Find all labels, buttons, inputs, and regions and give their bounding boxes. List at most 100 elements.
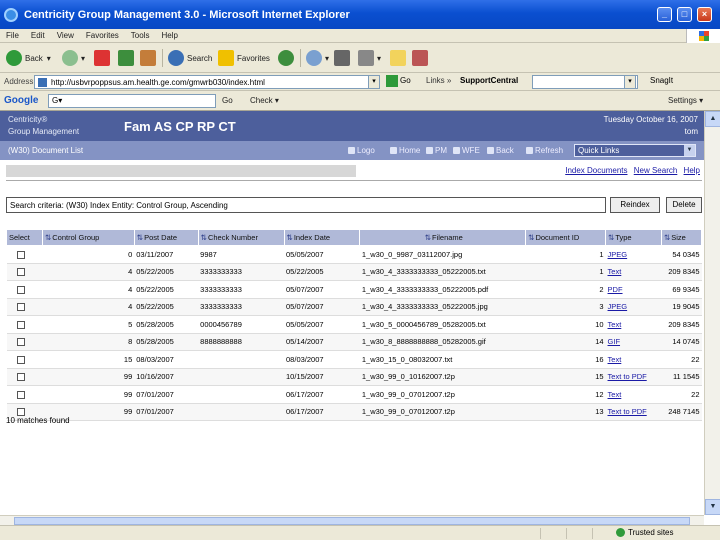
quick-links-select[interactable]: Quick Links ▼ (574, 144, 696, 157)
minimize-button[interactable]: _ (657, 7, 672, 22)
select-checkbox[interactable] (16, 250, 25, 259)
messenger-button[interactable] (390, 49, 409, 67)
google-go-button[interactable]: Go (222, 96, 233, 105)
select-checkbox[interactable] (16, 338, 25, 347)
select-checkbox[interactable] (16, 355, 25, 364)
select-checkbox[interactable] (16, 320, 25, 329)
favorites-button[interactable]: Favorites (218, 49, 270, 67)
select-checkbox[interactable] (16, 373, 25, 382)
support-search-combo[interactable] (532, 75, 638, 89)
go-arrow-icon (386, 75, 398, 87)
app-header: Centricity® Group Management Fam AS CP R… (0, 111, 704, 141)
books-icon (412, 50, 428, 66)
scroll-down-icon[interactable]: ▼ (705, 499, 720, 515)
nav-wfe[interactable]: WFE (453, 146, 480, 155)
nav-home[interactable]: Home (390, 146, 420, 155)
scroll-thumb[interactable] (14, 517, 690, 525)
close-button[interactable]: × (697, 7, 712, 22)
mail-button[interactable]: ▾ (306, 49, 329, 67)
index-documents-link[interactable]: Index Documents (565, 166, 627, 175)
refresh-button[interactable] (118, 49, 137, 67)
vertical-scrollbar[interactable]: ▲ ▼ (704, 111, 720, 515)
edit-button[interactable]: ▾ (358, 49, 381, 67)
delete-button[interactable]: Delete (666, 197, 702, 213)
type-cell[interactable]: Text to PDF (605, 403, 662, 421)
type-cell[interactable]: JPEG (605, 298, 662, 316)
menu-edit[interactable]: Edit (25, 29, 51, 40)
col-filename[interactable]: ⇅Filename (359, 229, 527, 246)
table-row: 4 05/22/2005 3333333333 05/22/2005 1_w30_4_3… (6, 263, 702, 281)
research-button[interactable] (412, 49, 431, 67)
menu-tools[interactable]: Tools (125, 29, 156, 40)
print-button[interactable] (334, 49, 353, 67)
security-zone: Trusted sites (616, 528, 674, 538)
stop-button[interactable] (94, 49, 113, 67)
web-page: Centricity® Group Management Fam AS CP R… (0, 111, 704, 515)
filename-cell: 1_w30_5_0000456789_05282005.txt (359, 315, 526, 334)
check-number-cell (198, 350, 285, 369)
menu-help[interactable]: Help (155, 29, 183, 40)
menu-view[interactable]: View (51, 29, 80, 40)
sort-icon: ⇅ (528, 233, 535, 242)
size-cell: 248 7145 (661, 403, 702, 421)
nav-logo[interactable]: Logo (348, 146, 375, 155)
size-cell: 11 1545 (661, 368, 702, 386)
sort-icon: ⇅ (136, 233, 144, 242)
post-date-cell: 03/11/2007 (134, 245, 199, 264)
col-index-date[interactable]: ⇅Index Date (283, 229, 361, 246)
scroll-up-icon[interactable]: ▲ (705, 111, 720, 127)
col-type[interactable]: ⇅Type (605, 229, 662, 246)
col-post-date[interactable]: ⇅Post Date (133, 229, 199, 246)
type-cell[interactable]: Text (605, 315, 662, 334)
new-search-link[interactable]: New Search (634, 166, 678, 175)
table-row: 5 05/28/2005 0000456789 05/05/2007 1_w30_5_0… (6, 315, 702, 334)
links-button[interactable]: Links » (426, 76, 451, 85)
filename-cell: 1_w30_99_0_07012007.t2p (359, 385, 526, 404)
address-dropdown-icon[interactable]: ▾ (368, 75, 380, 89)
reindex-button[interactable]: Reindex (610, 197, 660, 213)
nav-back[interactable]: Back (487, 146, 514, 155)
col-check-number[interactable]: ⇅Check Number (197, 229, 285, 246)
google-search-input[interactable]: G▾ (48, 94, 216, 108)
nav-refresh[interactable]: Refresh (526, 146, 563, 155)
sort-icon: ⇅ (286, 233, 293, 242)
horizontal-scrollbar[interactable] (0, 515, 704, 525)
type-cell[interactable]: GIF (605, 333, 662, 351)
type-cell[interactable]: Text (605, 263, 662, 281)
select-checkbox[interactable] (16, 390, 25, 399)
wfe-nav-icon (453, 147, 460, 155)
col-document-id[interactable]: ⇅Document ID (525, 229, 607, 246)
nav-pm[interactable]: PM (426, 146, 447, 155)
forward-button[interactable]: ▾ (62, 49, 85, 67)
menu-favorites[interactable]: Favorites (80, 29, 125, 40)
home-button[interactable] (140, 49, 159, 67)
snagit-button[interactable]: SnagIt (650, 76, 673, 85)
select-checkbox[interactable] (16, 303, 25, 312)
search-button[interactable]: Search (168, 49, 212, 67)
select-checkbox[interactable] (16, 285, 25, 294)
supportcentral-link[interactable]: SupportCentral (460, 76, 518, 85)
address-input[interactable]: http://usbvrpoppsus.am.health.ge.com/gmw… (34, 75, 380, 89)
type-cell[interactable]: Text (605, 350, 662, 369)
col-control-group[interactable]: ⇅Control Group (41, 229, 135, 246)
google-settings-button[interactable]: Settings ▾ (668, 96, 703, 105)
type-cell[interactable]: PDF (605, 280, 662, 299)
type-cell[interactable]: Text to PDF (605, 368, 662, 386)
type-cell[interactable]: Text (605, 385, 662, 404)
select-checkbox[interactable] (16, 268, 25, 277)
refresh-nav-icon (526, 147, 533, 155)
type-cell[interactable]: JPEG (605, 245, 662, 264)
combo-dropdown-icon[interactable]: ▾ (624, 75, 636, 89)
google-check-button[interactable]: Check ▾ (250, 96, 279, 105)
check-number-cell (198, 403, 285, 421)
history-button[interactable] (278, 49, 297, 67)
table-row: 4 05/22/2005 3333333333 05/07/2007 1_w30_4_3… (6, 280, 702, 299)
col-size[interactable]: ⇅Size (660, 229, 703, 246)
back-button[interactable]: Back ▾ (6, 49, 51, 67)
col-select: Select (6, 229, 43, 246)
help-link[interactable]: Help (684, 166, 700, 175)
go-button[interactable]: Go (386, 75, 411, 87)
menu-file[interactable]: File (0, 29, 25, 40)
maximize-button[interactable]: □ (677, 7, 692, 22)
document-id-cell: 2 (525, 280, 606, 299)
